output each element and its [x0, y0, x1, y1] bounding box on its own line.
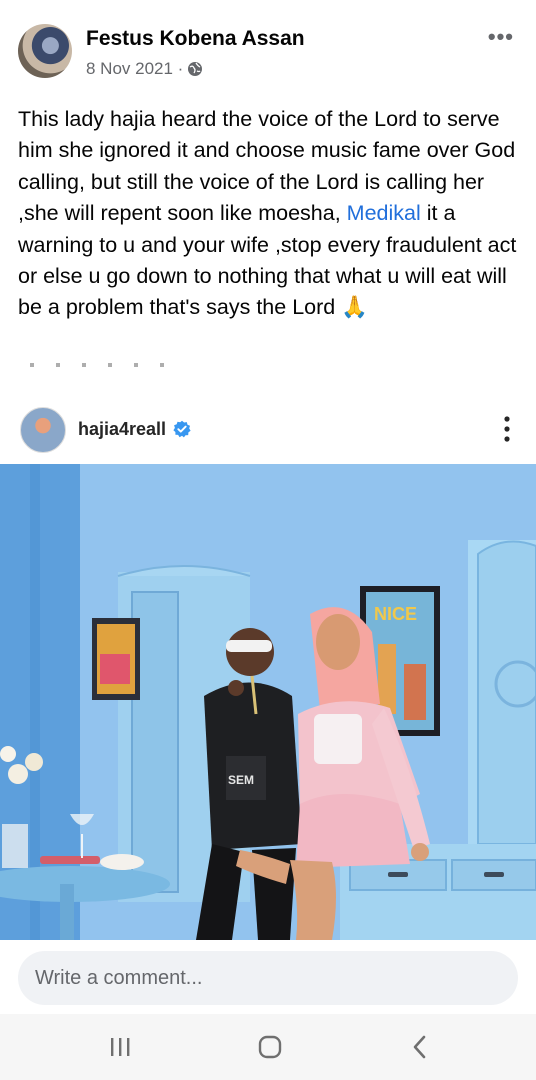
cropped-text-remnant: [30, 363, 180, 367]
kebab-menu-icon[interactable]: [504, 416, 510, 442]
comment-bar: Write a comment...: [0, 940, 536, 1014]
poster-text: NICE: [374, 604, 417, 624]
post-header: Festus Kobena Assan 8 Nov 2021 · •••: [0, 0, 536, 100]
post-text: This lady hajia heard the voice of the L…: [18, 104, 523, 324]
photo-illustration: NICE SEM: [0, 464, 536, 940]
post-date[interactable]: 8 Nov 2021 ·: [86, 59, 183, 79]
home-icon[interactable]: [250, 1032, 290, 1062]
back-icon[interactable]: [400, 1032, 440, 1062]
shared-avatar[interactable]: [20, 407, 66, 453]
comment-input[interactable]: Write a comment...: [18, 951, 518, 1005]
shared-post-header: hajia4reall: [0, 398, 536, 464]
globe-icon: [188, 62, 203, 76]
shared-username[interactable]: hajia4reall: [78, 419, 166, 440]
system-nav-bar: [0, 1014, 536, 1080]
author-name[interactable]: Festus Kobena Assan: [86, 27, 305, 51]
author-avatar[interactable]: [18, 24, 72, 78]
shared-photo[interactable]: NICE SEM: [0, 464, 536, 940]
more-horizontal-icon[interactable]: •••: [488, 24, 514, 50]
praying-hands-emoji: 🙏: [341, 295, 368, 321]
recent-apps-icon[interactable]: [100, 1032, 140, 1062]
verified-badge-icon: [173, 420, 191, 438]
shirt-text: SEM: [228, 773, 254, 787]
post-meta: 8 Nov 2021 ·: [86, 59, 203, 79]
mention-link[interactable]: Medikal: [347, 201, 421, 225]
